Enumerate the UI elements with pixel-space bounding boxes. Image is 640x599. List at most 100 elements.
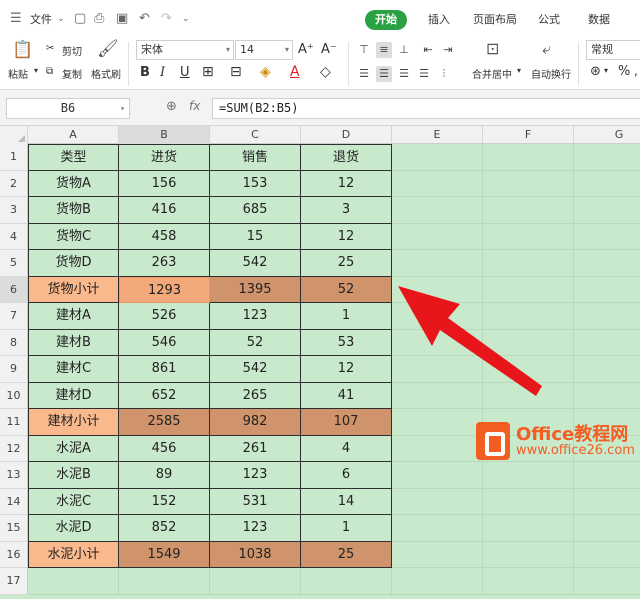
clear-format-icon[interactable]: ◇ xyxy=(320,64,331,80)
merge-chevron-icon[interactable]: ▾ xyxy=(517,66,521,75)
column-header-d[interactable]: D xyxy=(301,126,392,144)
row-header[interactable]: 1 xyxy=(0,144,28,171)
row-header[interactable]: 14 xyxy=(0,488,28,515)
paste-chevron-icon[interactable]: ▾ xyxy=(34,66,38,75)
empty-cell[interactable] xyxy=(483,568,574,595)
column-header-c[interactable]: C xyxy=(210,126,301,144)
empty-cell[interactable] xyxy=(483,541,574,568)
empty-cell[interactable] xyxy=(392,144,483,171)
empty-cell[interactable] xyxy=(574,330,640,356)
column-header-a[interactable]: A xyxy=(28,126,119,144)
table-cell[interactable]: 水泥A xyxy=(28,435,119,462)
row-header[interactable]: 13 xyxy=(0,462,28,489)
table-cell[interactable]: 416 xyxy=(119,197,210,224)
empty-cell[interactable] xyxy=(301,568,392,595)
align-center-icon[interactable]: ☰ xyxy=(376,66,392,82)
comma-style-icon[interactable]: , xyxy=(634,64,638,78)
table-cell[interactable]: 1293 xyxy=(119,276,210,303)
redo-icon[interactable]: ↷ xyxy=(161,11,172,26)
fill-color-icon[interactable]: ◈ xyxy=(260,64,271,80)
hamburger-menu-icon[interactable]: ☰ xyxy=(10,11,22,26)
indent-increase-icon[interactable]: ⇥ xyxy=(440,42,456,58)
file-menu[interactable]: 文件 xyxy=(30,10,52,30)
justify-icon[interactable]: ☰ xyxy=(416,66,432,82)
empty-cell[interactable] xyxy=(392,197,483,224)
table-cell[interactable]: 89 xyxy=(119,462,210,489)
table-cell[interactable]: 水泥C xyxy=(28,488,119,515)
row-header[interactable]: 5 xyxy=(0,250,28,277)
merge-center-icon[interactable]: ⊡ xyxy=(486,39,499,58)
chevron-down-icon[interactable]: ⌄ xyxy=(57,14,65,24)
table-cell[interactable]: 107 xyxy=(301,409,392,436)
table-cell[interactable]: 546 xyxy=(119,329,210,356)
table-cell[interactable]: 货物小计 xyxy=(28,276,119,303)
row-header[interactable]: 6 xyxy=(0,276,28,303)
header-cell[interactable]: 销售 xyxy=(210,144,301,171)
paste-icon[interactable]: 📋 xyxy=(12,40,33,60)
table-cell[interactable]: 265 xyxy=(210,382,301,409)
paste-button[interactable]: 粘贴 xyxy=(8,66,28,81)
merge-center-button[interactable]: 合并居中 xyxy=(472,66,512,81)
column-header-e[interactable]: E xyxy=(392,126,483,144)
empty-cell[interactable] xyxy=(28,568,119,595)
table-cell[interactable]: 1038 xyxy=(210,541,301,568)
cell-style-icon[interactable]: ⊟ xyxy=(230,64,242,80)
distributed-icon[interactable]: ⫶ xyxy=(436,66,452,82)
table-cell[interactable]: 52 xyxy=(210,329,301,356)
table-cell[interactable]: 41 xyxy=(301,382,392,409)
decrease-font-icon[interactable]: A⁻ xyxy=(321,42,337,57)
empty-cell[interactable] xyxy=(574,542,640,568)
print-preview-icon[interactable]: ▣ xyxy=(116,11,128,26)
percent-icon[interactable]: % xyxy=(618,64,630,79)
row-header[interactable]: 15 xyxy=(0,515,28,542)
table-cell[interactable]: 1395 xyxy=(210,276,301,303)
table-cell[interactable]: 货物C xyxy=(28,223,119,250)
column-header-g[interactable]: G xyxy=(574,126,640,144)
name-box[interactable]: B6 ▾ xyxy=(6,98,130,119)
empty-cell[interactable] xyxy=(392,250,483,277)
table-cell[interactable]: 53 xyxy=(301,329,392,356)
table-cell[interactable]: 153 xyxy=(210,170,301,197)
align-left-icon[interactable]: ☰ xyxy=(356,66,372,82)
empty-cell[interactable] xyxy=(574,568,640,595)
align-right-icon[interactable]: ☰ xyxy=(396,66,412,82)
table-cell[interactable]: 25 xyxy=(301,541,392,568)
table-cell[interactable]: 水泥D xyxy=(28,515,119,542)
tab-data[interactable]: 数据 xyxy=(588,10,610,30)
save-icon[interactable]: ▢ xyxy=(74,11,86,26)
empty-cell[interactable] xyxy=(574,171,640,197)
underline-icon[interactable]: U xyxy=(180,65,190,80)
empty-cell[interactable] xyxy=(392,541,483,568)
empty-cell[interactable] xyxy=(574,144,640,171)
indent-decrease-icon[interactable]: ⇤ xyxy=(420,42,436,58)
table-cell[interactable]: 12 xyxy=(301,223,392,250)
formula-input[interactable]: =SUM(B2:B5) xyxy=(212,98,640,119)
italic-icon[interactable]: I xyxy=(160,65,165,80)
tab-formulas[interactable]: 公式 xyxy=(538,10,560,30)
table-cell[interactable]: 水泥小计 xyxy=(28,541,119,568)
table-cell[interactable]: 652 xyxy=(119,382,210,409)
table-cell[interactable]: 4 xyxy=(301,435,392,462)
table-cell[interactable]: 861 xyxy=(119,356,210,383)
empty-cell[interactable] xyxy=(574,197,640,224)
table-cell[interactable]: 152 xyxy=(119,488,210,515)
empty-cell[interactable] xyxy=(574,489,640,515)
table-cell[interactable]: 263 xyxy=(119,250,210,277)
empty-cell[interactable] xyxy=(483,144,574,171)
bold-icon[interactable]: B xyxy=(140,65,150,80)
table-cell[interactable]: 建材小计 xyxy=(28,409,119,436)
empty-cell[interactable] xyxy=(392,568,483,595)
wrap-text-button[interactable]: 自动换行 xyxy=(531,66,571,81)
table-cell[interactable]: 25 xyxy=(301,250,392,277)
table-cell[interactable]: 1 xyxy=(301,303,392,330)
cut-button[interactable]: 剪切 xyxy=(62,43,82,58)
empty-cell[interactable] xyxy=(483,250,574,277)
table-cell[interactable]: 14 xyxy=(301,488,392,515)
table-cell[interactable]: 货物B xyxy=(28,197,119,224)
table-cell[interactable]: 982 xyxy=(210,409,301,436)
empty-cell[interactable] xyxy=(210,568,301,595)
print-icon[interactable]: ⎙ xyxy=(94,11,104,26)
empty-cell[interactable] xyxy=(574,383,640,409)
empty-cell[interactable] xyxy=(119,568,210,595)
table-cell[interactable]: 156 xyxy=(119,170,210,197)
